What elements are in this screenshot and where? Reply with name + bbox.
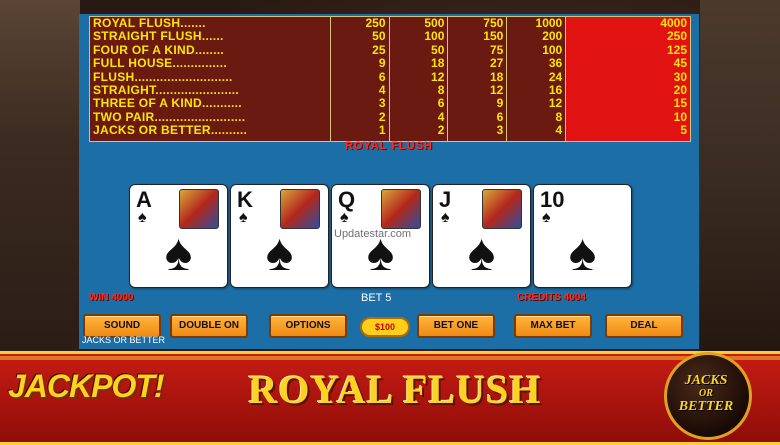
logo-line: BETTER [678, 399, 734, 414]
jacks-or-better-logo-text: JACKS OR BETTER [666, 373, 746, 414]
king-face-icon [280, 189, 320, 229]
banner-stripe [0, 356, 780, 360]
paytable-payout: 4 [437, 110, 445, 124]
paytable-coin3: 750 150 75 27 18 12 9 6 3 [448, 17, 508, 141]
paytable-hand-name: THREE OF A KIND........... [93, 97, 242, 111]
queen-face-icon [381, 189, 421, 229]
double-on-button[interactable]: DOUBLE ON [170, 314, 248, 338]
bet-one-button[interactable]: BET ONE [417, 314, 495, 338]
paytable-payout: 750 [483, 17, 504, 30]
casino-floor-right [700, 0, 780, 360]
paytable-payout: 6 [437, 97, 445, 111]
paytable-hand-name: FLUSH........................... [93, 70, 233, 84]
card-5[interactable]: 10 ♠ ♠ [533, 184, 632, 288]
paytable-payout: 25 [372, 43, 386, 57]
paytable-hand-name: STRAIGHT....................... [93, 83, 239, 97]
paytable-payout: 24 [548, 70, 563, 84]
paytable-payout: 12 [431, 70, 445, 84]
paytable-payout: 8 [555, 110, 563, 124]
paytable-payout: 12 [548, 97, 563, 111]
jackpot-logo: JACKPOT! [8, 368, 165, 404]
paytable-hand-name: TWO PAIR......................... [93, 110, 246, 124]
credits-amount: CREDITS 4004 [517, 292, 586, 303]
win-amount: WIN 4000 [89, 292, 134, 303]
paytable-payout: 500 [424, 17, 445, 30]
spade-icon: ♠ [265, 224, 294, 282]
paytable-payout: 30 [673, 70, 688, 84]
ace-emblem-icon [179, 189, 219, 229]
paytable-hand-name: FULL HOUSE............... [93, 57, 227, 71]
paytable-coin5-highlighted: 4000 250 125 45 30 20 15 10 5 [566, 17, 691, 141]
paytable-payout: 3 [378, 97, 386, 111]
paytable-payout: 20 [673, 83, 688, 97]
spade-icon: ♠ [568, 224, 597, 282]
paytable-payout: 36 [548, 57, 563, 71]
deal-button[interactable]: DEAL [605, 314, 683, 338]
paytable-payout: 5 [680, 124, 688, 138]
paytable-payout: 100 [542, 43, 563, 57]
card-4[interactable]: J ♠ ♠ [432, 184, 531, 288]
paytable-payout: 27 [489, 57, 504, 71]
paytable-payout: 8 [437, 83, 445, 97]
paytable-coin4: 1000 200 100 36 24 16 12 8 4 [507, 17, 567, 141]
max-bet-button[interactable]: MAX BET [514, 314, 592, 338]
paytable-payout: 4 [555, 124, 563, 138]
watermark: Updatestar.com [334, 228, 412, 240]
paytable-payout: 9 [496, 97, 504, 111]
paytable-payout: 50 [431, 43, 445, 57]
paytable-hand-name: JACKS OR BETTER.......... [93, 124, 248, 138]
paytable-payout: 12 [489, 83, 504, 97]
paytable-payout: 18 [431, 57, 445, 71]
bet-amount: BET 5 [361, 292, 392, 304]
spade-icon: ♠ [467, 224, 496, 282]
paytable-coin2: 500 100 50 18 12 8 6 4 2 [389, 17, 449, 141]
video-poker-machine: ROYAL FLUSH....... STRAIGHT FLUSH...... FO… [79, 14, 699, 349]
jack-face-icon [482, 189, 522, 229]
paytable-payout: 45 [673, 57, 688, 71]
paytable-payout: 50 [372, 30, 386, 44]
paytable-payout: 6 [496, 110, 504, 124]
paytable-payout: 4 [378, 83, 386, 97]
card-1[interactable]: A ♠ ♠ [129, 184, 228, 288]
paytable-payout: 9 [378, 57, 386, 71]
logo-line: JACKS [684, 373, 728, 388]
paytable-payout: 2 [378, 110, 386, 124]
paytable-payout: 18 [489, 70, 504, 84]
paytable-payout: 3 [496, 124, 504, 138]
game-name-label: JACKS OR BETTER [82, 335, 166, 345]
options-button[interactable]: OPTIONS [269, 314, 347, 338]
paytable: ROYAL FLUSH....... STRAIGHT FLUSH...... FO… [89, 16, 691, 142]
paytable-payout: 100 [424, 30, 445, 44]
paytable-payout: 250 [666, 30, 688, 44]
paytable-coin1: 250 50 25 9 6 4 3 2 1 [330, 17, 390, 141]
paytable-payout: 75 [489, 43, 504, 57]
spade-icon: ♠ [164, 224, 193, 282]
paytable-payout: 1000 [535, 17, 563, 30]
casino-floor-left [0, 0, 80, 360]
paytable-payout: 2 [437, 124, 445, 138]
denomination-chip-button[interactable]: $100 [360, 317, 410, 337]
card-2[interactable]: K ♠ ♠ [230, 184, 329, 288]
paytable-hand-name: FOUR OF A KIND........ [93, 43, 225, 57]
paytable-payout: 150 [483, 30, 504, 44]
paytable-payout: 16 [548, 83, 563, 97]
paytable-hand-name: STRAIGHT FLUSH...... [93, 30, 224, 44]
paytable-payout: 15 [673, 97, 688, 111]
paytable-hand-names: ROYAL FLUSH....... STRAIGHT FLUSH...... FO… [90, 17, 331, 141]
paytable-payout: 10 [673, 110, 688, 124]
banner-title: ROYAL FLUSH [248, 367, 542, 412]
hand-result-text: ROYAL FLUSH [344, 140, 433, 152]
paytable-payout: 1 [378, 124, 386, 138]
paytable-payout: 200 [542, 30, 563, 44]
paytable-hand-name: ROYAL FLUSH....... [93, 17, 206, 30]
paytable-payout: 250 [365, 17, 386, 30]
paytable-payout: 4000 [660, 17, 688, 30]
paytable-payout: 125 [666, 43, 688, 57]
paytable-payout: 6 [378, 70, 386, 84]
